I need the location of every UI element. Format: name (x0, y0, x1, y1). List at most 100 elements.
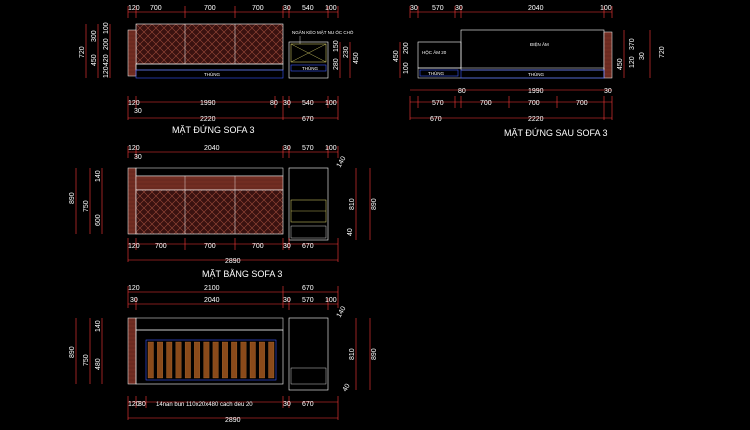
front-left-v-7: 120 (103, 66, 110, 78)
slat (212, 341, 219, 379)
front-top-dim-5: 30 (283, 5, 291, 12)
plan2-right-v-2: 810 (349, 348, 356, 360)
front-sub-dim: 30 (134, 108, 142, 115)
front-elevation: 120 700 700 700 30 540 100 THÙNG THÙNG N… (79, 5, 360, 135)
plan2-bottom-dim-3: 30 (283, 401, 291, 408)
plan-right-v-4: 40 (347, 228, 354, 236)
front-left-v-3: 100 (103, 22, 110, 34)
slat (222, 341, 228, 379)
back-bottom2-dim-3: 700 (528, 100, 540, 107)
front-top-dim-7: 100 (325, 5, 337, 12)
front-left-v-6: 420 (103, 54, 110, 66)
front-total-right: 670 (302, 116, 314, 123)
slat (175, 341, 182, 379)
slat (249, 341, 256, 379)
back-bottom2-dim-4: 700 (576, 100, 588, 107)
front-top-dim-3: 700 (204, 5, 216, 12)
plan-right-v-3: 890 (371, 198, 378, 210)
back-bottom2-dim-2: 700 (480, 100, 492, 107)
plan-top-dim-2: 2040 (204, 145, 220, 152)
front-left-v-2: 300 (91, 30, 98, 42)
plan2-top2-dim-2: 2040 (204, 297, 220, 304)
plan2-top2-dim-1: 30 (130, 297, 138, 304)
back-thung-label: THÙNG (528, 71, 544, 77)
cad-drawing: 120 700 700 700 30 540 100 THÙNG THÙNG N… (69, 5, 666, 424)
plan-view: 120 2040 30 570 100 30 890 750 600 140 1… (69, 145, 378, 279)
front-mid-v-2: 280 (333, 58, 340, 70)
plan2-bottom-dim-2: 30 (138, 401, 146, 408)
plan2-bottom-dim-4: 670 (302, 401, 314, 408)
slat (184, 341, 191, 379)
plan2-top2-dim-5: 100 (325, 297, 337, 304)
back-right-v-4: 450 (617, 58, 624, 70)
front-mid-v-3: 230 (343, 46, 350, 58)
plan-sub-dim: 30 (134, 154, 142, 161)
back-top-dim-2: 570 (432, 5, 444, 12)
back-bottom-dim-2: 1990 (528, 88, 544, 95)
back-cabinet-thung-label: THÙNG (428, 70, 444, 76)
plan-right-v-2: 810 (349, 198, 356, 210)
front-bottom-dim-4: 30 (283, 100, 291, 107)
drawer-label: NGĂN KÉO MẶT NU ÓC CHÓ (292, 29, 354, 35)
back-left-v-1: 450 (393, 50, 400, 62)
hoc-am-label: HỘC ÂM 20 (422, 49, 447, 55)
plan-title: MẶT BẰNG SOFA 3 (202, 269, 282, 279)
slat (166, 341, 173, 379)
front-bottom-dim-5: 540 (302, 100, 314, 107)
back-right-v-1: 370 (629, 38, 636, 50)
back-total: 2220 (528, 116, 544, 123)
plan2-total: 2890 (225, 417, 241, 424)
plan2-top2-dim-3: 30 (283, 297, 291, 304)
back-right-v-5: 30 (639, 52, 646, 60)
back-left-v-3: 100 (403, 62, 410, 74)
plan-bottom-dim-6: 670 (302, 243, 314, 250)
plan2-right-v-4: 40 (342, 383, 352, 393)
back-bottom2-dim-1: 570 (432, 100, 444, 107)
plan2-top1-dim-3: 670 (302, 285, 314, 292)
slat (268, 341, 275, 379)
front-top-dim-6: 540 (302, 5, 314, 12)
plan-left-v-2: 750 (83, 200, 90, 212)
front-left-v-1: 720 (79, 46, 86, 58)
plan2-left-v-2: 750 (83, 354, 90, 366)
plan2-right-v-1: 140 (336, 305, 348, 319)
plan2-right-v-3: 890 (371, 348, 378, 360)
front-top-dim-2: 700 (150, 5, 162, 12)
plan2-left-v-4: 140 (95, 320, 102, 332)
back-right-v-2: 120 (629, 56, 636, 68)
dien-am-label: ĐIỆN ÂM (530, 40, 549, 47)
slat (194, 341, 200, 379)
slat (203, 341, 210, 379)
plan-left-v-4: 140 (95, 170, 102, 182)
plan2-left-v-1: 890 (69, 346, 76, 358)
front-mid-v-4: 450 (353, 52, 360, 64)
slat (147, 341, 154, 379)
plan-bottom-dim-2: 700 (155, 243, 167, 250)
back-total-left: 670 (430, 116, 442, 123)
slat-note: 14nan bun 110x20x480 cach deu 20 (156, 402, 253, 408)
back-top-dim-1: 30 (410, 5, 418, 12)
plan-bottom-dim-3: 700 (204, 243, 216, 250)
front-total-left: 2220 (200, 116, 216, 123)
plan-left-v-1: 890 (69, 192, 76, 204)
back-top-dim-3: 30 (455, 5, 463, 12)
back-right-v-3: 720 (659, 46, 666, 58)
slat (231, 341, 238, 379)
front-bottom-dim-6: 100 (325, 100, 337, 107)
plan2-top2-dim-4: 570 (302, 297, 314, 304)
plan-bottom-dim-5: 30 (283, 243, 291, 250)
back-elevation: 30 570 30 2040 100 ĐIỆN ÂM HỘC ÂM 20 THÙ… (393, 5, 666, 138)
slat (240, 341, 247, 379)
plan2-top1-dim-1: 120 (128, 285, 140, 292)
front-bottom-dim-3: 80 (270, 100, 278, 107)
front-cabinet-thung-label: THÙNG (302, 65, 318, 71)
plan-top-dim-3: 30 (283, 145, 291, 152)
plan-top-dim-1: 120 (128, 145, 140, 152)
back-title: MẶT ĐỨNG SAU SOFA 3 (504, 128, 608, 138)
back-left-v-2: 200 (403, 42, 410, 54)
back-bottom-dim-3: 30 (604, 88, 612, 95)
front-title: MẶT ĐỨNG SOFA 3 (172, 125, 255, 135)
front-left-v-4: 200 (103, 38, 110, 50)
back-bottom-dim-1: 80 (458, 88, 466, 95)
plan-top-dim-5: 100 (325, 145, 337, 152)
